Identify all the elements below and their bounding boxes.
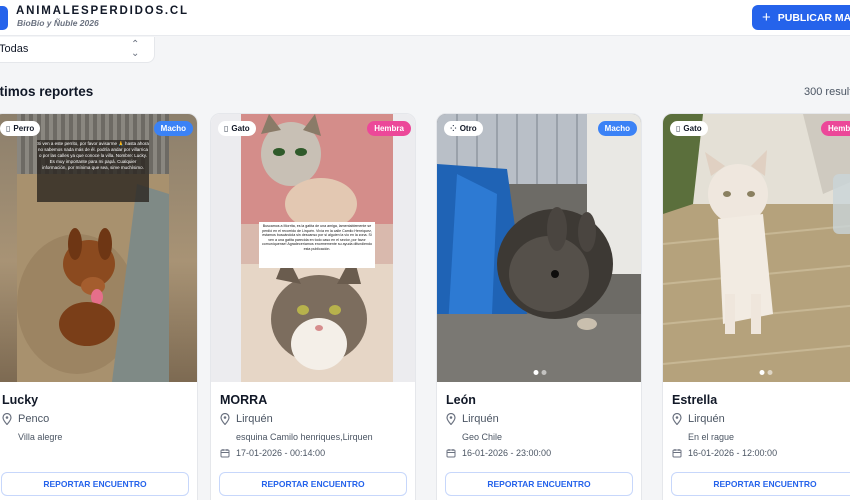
pet-name: Lucky [2, 393, 39, 407]
sex-badge: Hembra [367, 121, 411, 136]
species-label: Perro [13, 124, 35, 133]
date-row: 16-01-2026 - 23:00:00 [446, 448, 551, 458]
carousel-dots[interactable] [759, 370, 773, 375]
pet-name: Estrella [672, 393, 718, 407]
cat-icon: ▯ [224, 124, 229, 133]
plus-icon: + [762, 9, 771, 26]
carousel-dots[interactable] [533, 370, 547, 375]
publish-pet-button[interactable]: + PUBLICAR MASCOTA [752, 5, 850, 30]
species-badge: ▯ Perro [0, 121, 41, 136]
pet-photo[interactable]: Buscamos a Morrita, es la gatita de una … [211, 114, 415, 382]
report-sighting-button[interactable]: REPORTAR ENCUENTRO [445, 472, 633, 496]
result-count: 300 resultados [804, 86, 850, 98]
date-label: 17-01-2026 - 00:14:00 [236, 448, 326, 458]
map-pin-icon [672, 413, 682, 425]
address-text: Geo Chile [462, 432, 503, 442]
pet-card[interactable]: Si ven a este perrito, por favor avisarm… [0, 113, 198, 500]
chevron-updown-icon: ⌃ ⌄ [131, 39, 140, 59]
map-pin-icon [220, 413, 230, 425]
rabbit-image [437, 114, 641, 382]
address-text: esquina Camilo henriques,Lirquen [236, 432, 373, 442]
species-label: Gato [683, 124, 702, 133]
report-sighting-button[interactable]: REPORTAR ENCUENTRO [1, 472, 189, 496]
filter-selected-value: Todas [0, 43, 29, 55]
species-filter-select[interactable]: Todas ⌃ ⌄ [0, 37, 155, 63]
pet-photo[interactable]: ▯ Gato Hembra [663, 114, 850, 382]
section-title: Últimos reportes [0, 84, 94, 99]
location-row: Lirquén [220, 413, 273, 425]
pet-card[interactable]: ▯ Gato Hembra Estrella Lirquén En el rag… [662, 113, 850, 500]
commune-label: Lirquén [236, 413, 273, 425]
pet-name: León [446, 393, 476, 407]
sex-badge: Hembra [821, 121, 850, 136]
map-pin-icon [446, 413, 456, 425]
calendar-icon [446, 449, 456, 458]
map-pin-icon [2, 413, 12, 425]
pet-photo[interactable]: Si ven a este perrito, por favor avisarm… [0, 114, 197, 382]
paw-icon: ▯ [6, 124, 11, 133]
species-badge: ⁘ Otro [444, 121, 483, 136]
calendar-icon [220, 449, 230, 458]
date-row: 17-01-2026 - 00:14:00 [220, 448, 325, 458]
pet-card[interactable]: ⁘ Otro Macho León Lirquén Geo Chile 16-0… [436, 113, 642, 500]
sex-badge: Macho [597, 121, 637, 136]
species-label: Gato [231, 124, 250, 133]
commune-label: Lirquén [688, 413, 725, 425]
logo-icon[interactable] [0, 6, 8, 30]
address-text: En el rague [688, 432, 735, 442]
photo-caption-text: Buscamos a Morrita, es la gatita de una … [261, 224, 373, 251]
commune-label: Penco [18, 413, 50, 425]
cat-icon: ▯ [676, 124, 681, 133]
date-label: 16-01-2026 - 12:00:00 [688, 448, 778, 458]
species-label: Otro [459, 124, 477, 133]
address-text: Villa alegre [18, 432, 63, 442]
brand-name[interactable]: ANIMALESPERDIDOS.CL [16, 5, 189, 17]
commune-label: Lirquén [462, 413, 499, 425]
species-badge: ▯ Gato [670, 121, 708, 136]
report-sighting-button[interactable]: REPORTAR ENCUENTRO [219, 472, 407, 496]
calendar-icon [672, 449, 682, 458]
location-row: Lirquén [446, 413, 499, 425]
pet-name: MORRA [220, 393, 268, 407]
species-badge: ▯ Gato [218, 121, 256, 136]
cat-image [663, 114, 850, 382]
top-header: ANIMALESPERDIDOS.CL BioBío y Ñuble 2026 … [0, 0, 850, 36]
location-row: Lirquén [672, 413, 725, 425]
publish-pet-label: PUBLICAR MASCOTA [777, 11, 850, 24]
pet-card[interactable]: Buscamos a Morrita, es la gatita de una … [210, 113, 416, 500]
brand-subtitle: BioBío y Ñuble 2026 [17, 18, 99, 28]
date-label: 16-01-2026 - 23:00:00 [462, 448, 552, 458]
photo-caption-text: Si ven a este perrito, por favor avisarm… [37, 141, 149, 170]
report-sighting-button[interactable]: REPORTAR ENCUENTRO [671, 472, 850, 496]
paw-icon: ⁘ [450, 124, 457, 133]
sex-badge: Macho [153, 121, 193, 136]
pet-photo[interactable]: ⁘ Otro Macho [437, 114, 641, 382]
location-row: Penco [2, 413, 49, 425]
date-row: 16-01-2026 - 12:00:00 [672, 448, 777, 458]
